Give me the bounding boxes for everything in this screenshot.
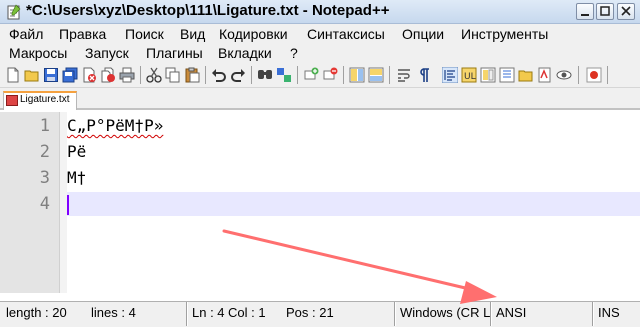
menu-file[interactable]: Файл — [9, 26, 43, 42]
show-all-chars-icon[interactable] — [416, 67, 432, 83]
unsaved-file-icon — [6, 95, 18, 106]
menu-edit[interactable]: Правка — [59, 26, 106, 42]
line-number: 1 — [39, 116, 50, 136]
toolbar-separator — [343, 66, 344, 84]
menu-syntax[interactable]: Синтаксисы — [307, 26, 385, 42]
window-title: *C:\Users\xyz\Desktop\111\Ligature.txt -… — [26, 2, 390, 19]
status-lines: lines : 4 — [91, 305, 136, 320]
close-all-icon[interactable] — [100, 67, 116, 83]
user-language-icon[interactable]: UL — [461, 67, 477, 83]
pdf-doc-icon[interactable] — [537, 67, 553, 83]
status-pos: Pos : 21 — [286, 305, 334, 320]
word-wrap-icon[interactable] — [397, 67, 413, 83]
record-macro-icon[interactable] — [586, 67, 602, 83]
line-number: 3 — [39, 168, 50, 188]
find-icon[interactable] — [257, 67, 273, 83]
code-line[interactable]: М† — [67, 168, 86, 187]
monitoring-icon[interactable] — [556, 67, 572, 83]
toolbar-separator — [140, 66, 141, 84]
menu-macro[interactable]: Макросы — [9, 45, 67, 61]
menu-plugins[interactable]: Плагины — [146, 45, 203, 61]
menu-help[interactable]: ? — [290, 45, 298, 61]
maximize-icon — [600, 6, 610, 16]
status-eol[interactable]: Windows (CR LF) — [396, 304, 490, 323]
copy-icon[interactable] — [165, 67, 181, 83]
close-icon — [621, 6, 631, 16]
close-file-icon[interactable] — [81, 67, 97, 83]
menu-tabs[interactable]: Вкладки — [218, 45, 272, 61]
zoom-in-icon[interactable] — [303, 67, 319, 83]
minimize-icon — [581, 14, 589, 16]
menu-settings[interactable]: Опции — [402, 26, 444, 42]
notepad-plus-plus-icon — [7, 4, 21, 20]
svg-text:UL: UL — [464, 72, 476, 82]
minimize-button[interactable] — [576, 3, 594, 20]
new-file-icon[interactable] — [5, 67, 21, 83]
toolbar-separator — [297, 66, 298, 84]
status-insert-mode[interactable]: INS — [594, 304, 626, 323]
folder-workspace-icon[interactable] — [518, 67, 534, 83]
replace-icon[interactable] — [276, 67, 292, 83]
indent-guide-icon[interactable] — [442, 67, 458, 83]
toolbar-separator — [578, 66, 579, 84]
save-all-icon[interactable] — [62, 67, 78, 83]
toolbar-separator — [205, 66, 206, 84]
fold-margin[interactable] — [59, 112, 67, 293]
zoom-out-icon[interactable] — [322, 67, 338, 83]
cut-icon[interactable] — [146, 67, 162, 83]
status-encoding[interactable]: ANSI — [492, 304, 590, 323]
tab-bar — [0, 88, 640, 110]
text-caret — [67, 195, 69, 215]
sync-vertical-icon[interactable] — [349, 67, 365, 83]
tab-label: Ligature.txt — [20, 94, 70, 105]
doc-map-icon[interactable] — [480, 67, 496, 83]
function-list-icon[interactable] — [499, 67, 515, 83]
redo-icon[interactable] — [230, 67, 246, 83]
undo-icon[interactable] — [211, 67, 227, 83]
menu-bar: Файл Правка Поиск Вид Кодировки Синтакси… — [0, 24, 640, 62]
toolbar-separator — [607, 66, 608, 84]
toolbar-separator — [389, 66, 390, 84]
code-line[interactable]: С„Р°РёМ†Р» — [67, 116, 163, 135]
close-window-button[interactable] — [617, 3, 635, 20]
menu-run[interactable]: Запуск — [85, 45, 129, 61]
paste-icon[interactable] — [184, 67, 200, 83]
menu-tools[interactable]: Инструменты — [461, 26, 548, 42]
line-number: 4 — [39, 194, 50, 214]
print-icon[interactable] — [119, 67, 135, 83]
open-file-icon[interactable] — [24, 67, 40, 83]
code-line[interactable]: Рё — [67, 142, 86, 161]
line-number: 2 — [39, 142, 50, 162]
status-col: Col : 1 — [228, 305, 266, 320]
menu-search[interactable]: Поиск — [125, 26, 164, 42]
status-length: length : 20 — [6, 305, 67, 320]
title-bar: *C:\Users\xyz\Desktop\111\Ligature.txt -… — [0, 0, 640, 24]
current-line-highlight — [67, 192, 640, 216]
save-icon[interactable] — [43, 67, 59, 83]
sync-horizontal-icon[interactable] — [368, 67, 384, 83]
maximize-button[interactable] — [596, 3, 614, 20]
toolbar-separator — [251, 66, 252, 84]
menu-view[interactable]: Вид — [180, 26, 205, 42]
status-ln: Ln : 4 — [192, 305, 225, 320]
menu-encoding[interactable]: Кодировки — [219, 26, 288, 42]
